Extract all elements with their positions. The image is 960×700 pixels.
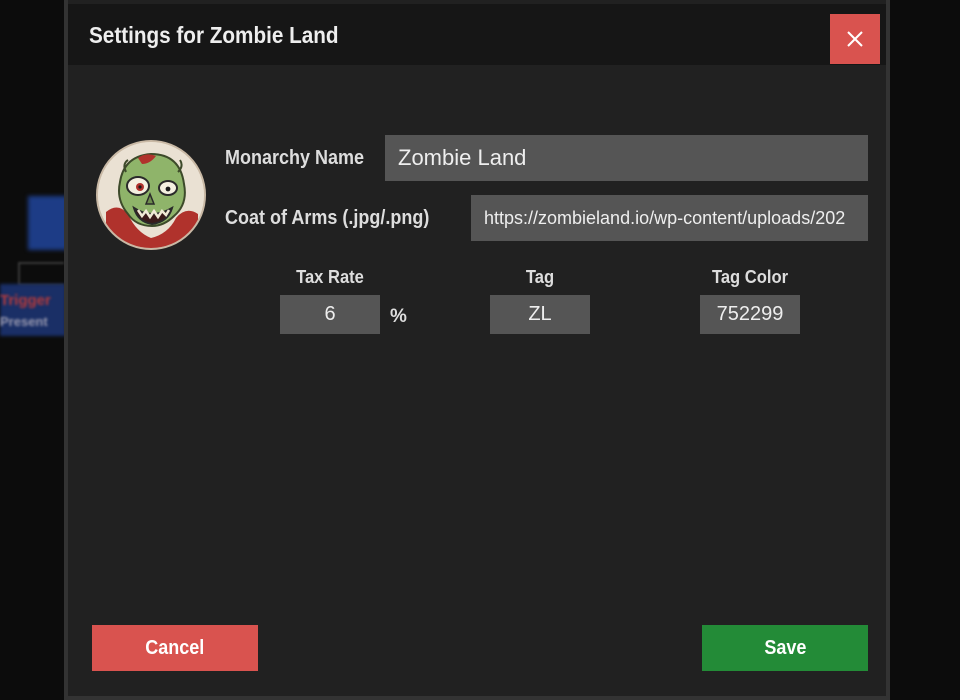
tax-rate-input[interactable]: 6 [280, 295, 380, 334]
tag-input[interactable]: ZL [490, 295, 590, 334]
settings-modal: Settings for Zombie Land Monarchy Name Z… [64, 0, 890, 700]
tag-color-label: Tag Color [711, 267, 789, 287]
zombie-face-icon [98, 142, 204, 248]
save-button-label: Save [763, 636, 807, 659]
coat-of-arms-url-input[interactable]: https://zombieland.io/wp-content/uploads… [471, 195, 868, 241]
cancel-button[interactable]: Cancel [92, 625, 258, 671]
tag-label: Tag [525, 267, 555, 287]
close-icon [847, 31, 863, 47]
close-button[interactable] [830, 14, 880, 64]
background-blue-block [28, 196, 68, 250]
background-gray-text: Present [0, 314, 48, 329]
background-red-text: Trigger [0, 292, 51, 309]
tax-rate-label: Tax Rate [296, 267, 364, 287]
coat-of-arms-avatar [96, 140, 206, 250]
background-outline-box [18, 262, 64, 286]
monarchy-name-input[interactable]: Zombie Land [385, 135, 868, 181]
save-button[interactable]: Save [702, 625, 868, 671]
modal-title: Settings for Zombie Land [89, 22, 339, 48]
tax-rate-unit: % [390, 306, 407, 327]
coat-of-arms-label: Coat of Arms (.jpg/.png) [225, 207, 430, 229]
tag-color-input[interactable]: 752299 [700, 295, 800, 334]
cancel-button-label: Cancel [145, 636, 205, 659]
modal-header: Settings for Zombie Land [68, 4, 886, 65]
monarchy-name-label: Monarchy Name [225, 147, 365, 169]
